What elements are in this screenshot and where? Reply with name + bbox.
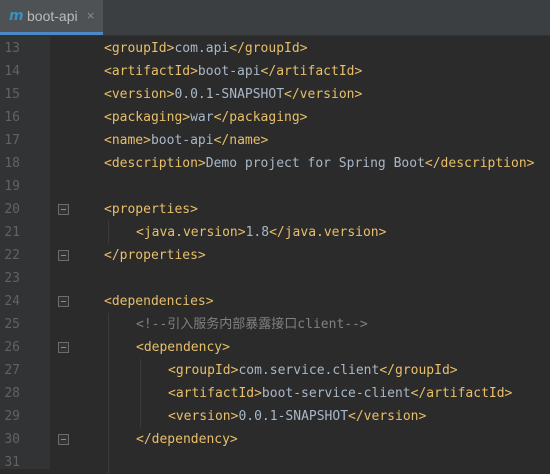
editor-tab-bar: m boot-api × — [0, 0, 550, 36]
xml-text: com.api — [174, 41, 230, 56]
xml-text: Demo project for Spring Boot — [205, 156, 425, 171]
code-line: <name>boot-api</name> — [104, 129, 268, 152]
line-number: 22 — [4, 248, 20, 263]
xml-comment: <!--引入服务内部暴露接口client--> — [136, 317, 368, 332]
code-line: <description>Demo project for Spring Boo… — [104, 152, 534, 175]
xml-tag: <version> — [168, 409, 239, 424]
line-number: 30 — [4, 432, 20, 447]
xml-tag: <dependencies> — [104, 294, 214, 309]
code-line: </properties> — [104, 244, 206, 267]
xml-text: boot-service-client — [261, 386, 411, 401]
code-line: <dependency> — [136, 336, 230, 359]
xml-text: 0.0.1-SNAPSHOT — [174, 87, 285, 102]
code-line: <groupId>com.service.client</groupId> — [168, 359, 458, 382]
code-line: <java.version>1.8</java.version> — [136, 221, 386, 244]
xml-tag: <properties> — [104, 202, 198, 217]
xml-text: 1.8 — [245, 225, 270, 240]
xml-text: boot-api — [197, 64, 261, 79]
line-number: 27 — [4, 363, 20, 378]
code-line: <packaging>war</packaging> — [104, 106, 308, 129]
line-number: 29 — [4, 409, 20, 424]
indent-guide — [108, 221, 109, 244]
line-number: 31 — [4, 455, 20, 470]
code-line: <properties> — [104, 198, 198, 221]
xml-tag: </groupId> — [379, 363, 458, 378]
line-number: 20 — [4, 202, 20, 217]
xml-tag: </version> — [284, 87, 363, 102]
line-number: 19 — [4, 179, 20, 194]
code-line: </dependency> — [136, 428, 238, 451]
line-number: 17 — [4, 133, 20, 148]
xml-tag: </name> — [213, 133, 269, 148]
maven-file-icon: m — [9, 8, 24, 24]
xml-tag: <version> — [104, 87, 175, 102]
xml-text: 0.0.1-SNAPSHOT — [238, 409, 349, 424]
code-line: <dependencies> — [104, 290, 214, 313]
line-number: 24 — [4, 294, 20, 309]
xml-text: war — [190, 110, 214, 125]
xml-tag: <description> — [104, 156, 206, 171]
code-line: <artifactId>boot-service-client</artifac… — [168, 382, 512, 405]
xml-tag: <artifactId> — [104, 64, 198, 79]
xml-tag: </description> — [424, 156, 535, 171]
xml-tag: </dependency> — [136, 432, 238, 447]
code-line: <version>0.0.1-SNAPSHOT</version> — [168, 405, 426, 428]
xml-tag: </java.version> — [269, 225, 387, 240]
xml-tag: <dependency> — [136, 340, 230, 355]
xml-tag: <packaging> — [104, 110, 191, 125]
xml-tag: </groupId> — [229, 41, 308, 56]
line-number: 13 — [4, 41, 20, 56]
tab-label: boot-api — [27, 8, 78, 24]
xml-tag: <groupId> — [104, 41, 175, 56]
line-number: 14 — [4, 64, 20, 79]
line-number: 28 — [4, 386, 20, 401]
code-line: <version>0.0.1-SNAPSHOT</version> — [104, 83, 362, 106]
indent-guide — [108, 313, 109, 474]
code-line: <groupId>com.api</groupId> — [104, 37, 308, 60]
xml-tag: <groupId> — [168, 363, 239, 378]
code-line: <artifactId>boot-api</artifactId> — [104, 60, 362, 83]
line-number: 23 — [4, 271, 20, 286]
xml-tag: <name> — [104, 133, 151, 148]
indent-guide — [140, 359, 141, 428]
xml-tag: </version> — [348, 409, 427, 424]
line-number: 15 — [4, 87, 20, 102]
line-number: 18 — [4, 156, 20, 171]
xml-tag: <java.version> — [136, 225, 246, 240]
code-editor[interactable]: <groupId>com.api</groupId> <artifactId>bo… — [50, 36, 550, 474]
xml-tag: <artifactId> — [168, 386, 262, 401]
tab-boot-api[interactable]: m boot-api × — [0, 0, 103, 35]
xml-tag: </packaging> — [213, 110, 308, 125]
line-number-gutter: 13 14 15 16 17 18 19 20 21 22 23 24 25 26 27 28 29 30 31 — [0, 36, 69, 470]
xml-text: boot-api — [150, 133, 214, 148]
xml-tag: </artifactId> — [260, 64, 363, 79]
xml-tag: </artifactId> — [410, 386, 513, 401]
line-number: 26 — [4, 340, 20, 355]
code-line: <!--引入服务内部暴露接口client--> — [136, 313, 368, 336]
xml-tag: </properties> — [104, 248, 206, 263]
close-tab-icon[interactable]: × — [86, 9, 95, 23]
line-number: 21 — [4, 225, 20, 240]
xml-text: com.service.client — [238, 363, 380, 378]
line-number: 16 — [4, 110, 20, 125]
line-number: 25 — [4, 317, 20, 332]
